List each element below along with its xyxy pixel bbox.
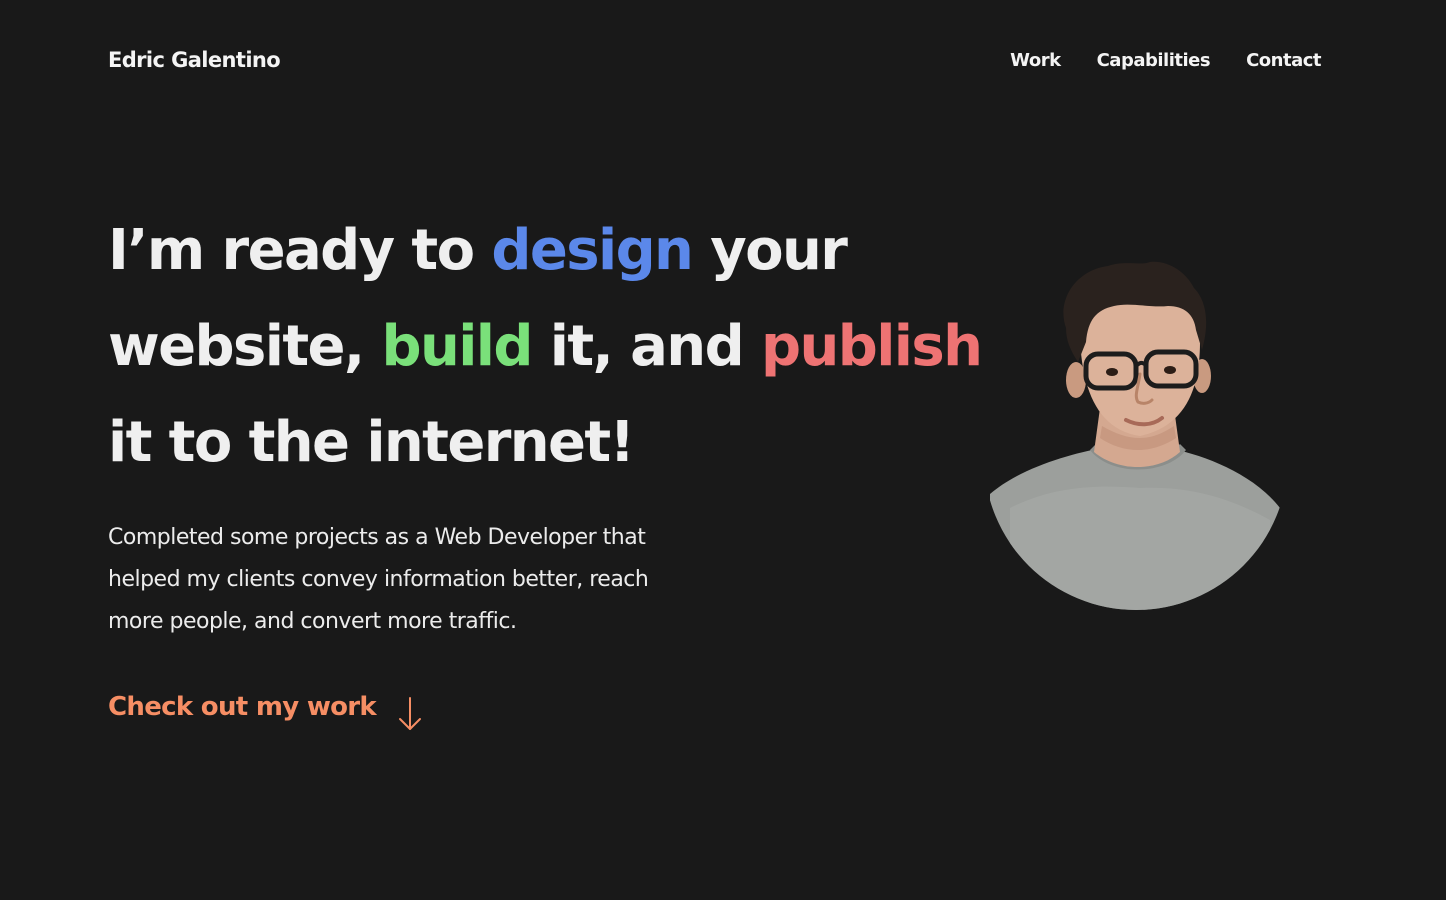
headline-keyword-publish: publish [760, 314, 983, 379]
headline-keyword-design: design [491, 218, 694, 283]
headline-keyword-build: build [381, 314, 533, 379]
check-out-work-link[interactable]: Check out my work [108, 688, 422, 732]
brand-logo[interactable]: Edric Galentino [108, 48, 281, 72]
profile-photo [990, 261, 1280, 610]
page: Edric Galentino Work Capabilities Contac… [0, 0, 1446, 900]
main-nav: Work Capabilities Contact [1010, 50, 1321, 71]
cta-label: Check out my work [108, 692, 377, 722]
hero-intro: Completed some projects as a Web Develop… [108, 525, 649, 634]
headline-text: I’m ready to [108, 218, 492, 283]
nav-link-work[interactable]: Work [1010, 50, 1061, 71]
arrow-down-icon [399, 697, 422, 730]
headline-text: it to the internet! [108, 410, 635, 475]
headline-text: it, and [531, 314, 761, 379]
hero-headline: I’m ready to design your website, build … [108, 203, 1008, 491]
nav-link-capabilities[interactable]: Capabilities [1097, 50, 1211, 71]
nav-link-contact[interactable]: Contact [1246, 50, 1321, 71]
